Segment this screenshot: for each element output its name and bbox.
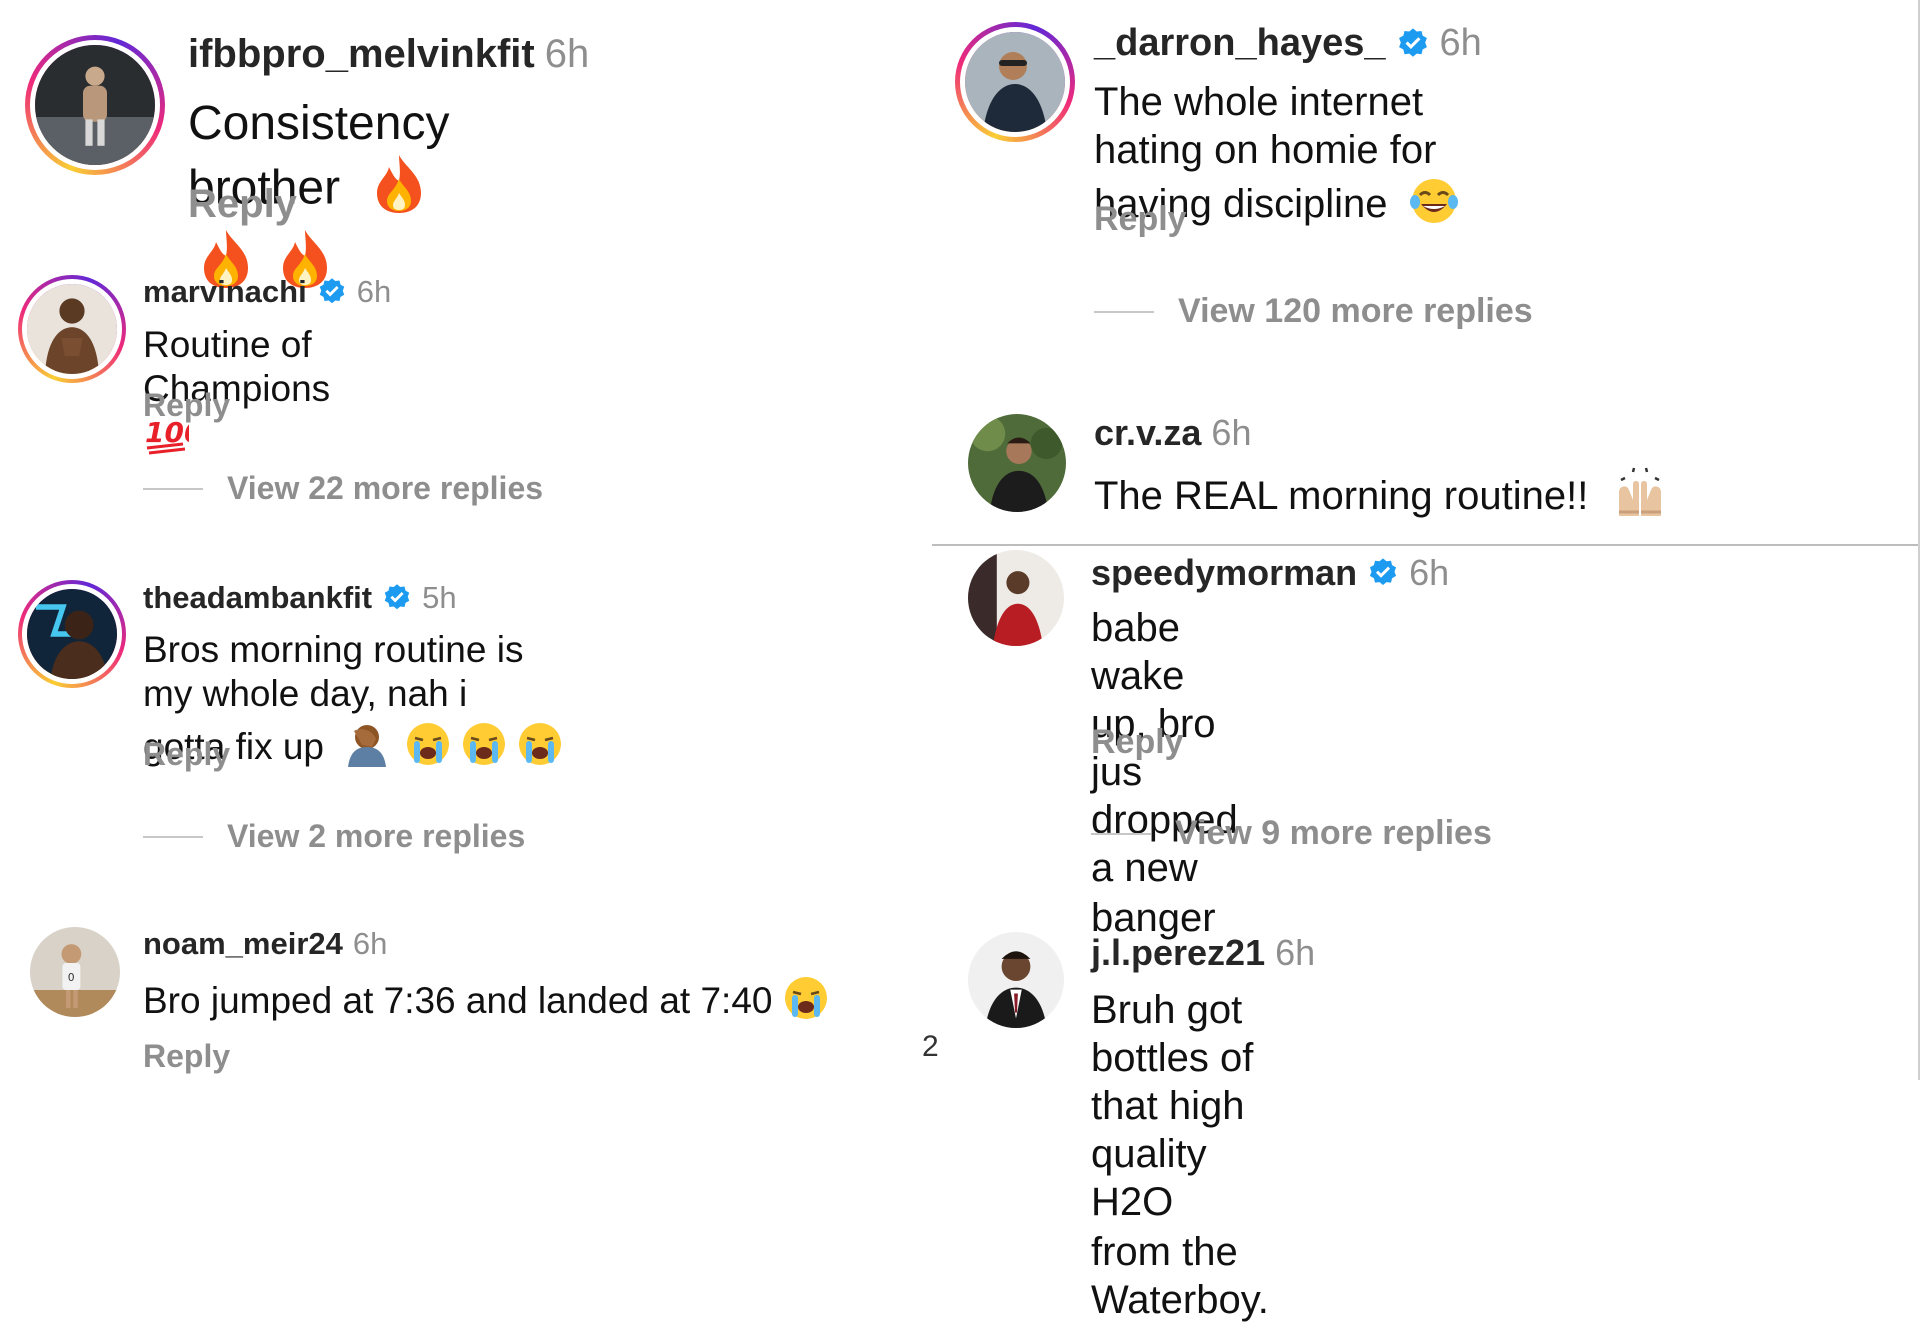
divider-line xyxy=(143,835,203,838)
username[interactable]: j.l.perez21 xyxy=(1091,932,1265,974)
comment-text: The REAL morning routine!! xyxy=(1094,474,1589,519)
divider-line xyxy=(143,487,203,490)
verified-badge-icon xyxy=(382,583,412,613)
fire-emoji-icon xyxy=(371,153,427,229)
timestamp: 6h xyxy=(1439,22,1482,64)
view-more-label: View 2 more replies xyxy=(227,818,526,854)
reply-button[interactable]: Reply xyxy=(188,182,297,227)
view-more-replies-button[interactable]: View 2 more replies xyxy=(143,818,525,855)
avatar[interactable] xyxy=(18,580,126,688)
loudly-crying-emoji-icon xyxy=(461,721,507,777)
timestamp: 6h xyxy=(1211,412,1252,453)
timestamp: 6h xyxy=(352,926,388,961)
view-more-label: View 120 more replies xyxy=(1178,292,1533,330)
username[interactable]: noam_meir24 xyxy=(143,926,343,962)
avatar[interactable] xyxy=(955,22,1075,142)
timestamp: 6h xyxy=(1409,552,1450,593)
reply-button[interactable]: Reply xyxy=(1094,200,1187,239)
timestamp: 6h xyxy=(356,274,392,309)
facepalm-emoji-icon xyxy=(342,721,392,777)
view-more-label: View 22 more replies xyxy=(227,470,544,506)
view-more-label: View 9 more replies xyxy=(1175,814,1492,852)
page-number: 2 xyxy=(922,1030,939,1063)
username[interactable]: theadambankfit xyxy=(143,580,372,616)
username[interactable]: speedymorman xyxy=(1091,552,1357,594)
view-more-replies-button[interactable]: View 9 more replies xyxy=(1091,814,1492,853)
divider-line xyxy=(1091,832,1151,835)
username[interactable]: cr.v.za xyxy=(1094,412,1201,454)
comment-text: Bro jumped at 7:36 and landed at 7:40 xyxy=(143,979,773,1021)
view-more-replies-button[interactable]: View 120 more replies xyxy=(1094,292,1533,331)
username[interactable]: marvinachi xyxy=(143,274,307,310)
comment-text-line-1: The whole internet hating on homie for xyxy=(1094,80,1437,172)
reply-button[interactable]: Reply xyxy=(143,736,230,773)
timestamp: 5h xyxy=(422,580,457,615)
loudly-crying-emoji-icon xyxy=(783,975,829,1031)
avatar[interactable] xyxy=(968,932,1064,1028)
divider-line xyxy=(1094,310,1154,313)
loudly-crying-emoji-icon xyxy=(517,721,563,777)
username[interactable]: ifbbpro_melvinkfit xyxy=(188,32,535,77)
comment-text-line-2: from the Waterboy. xyxy=(1091,1230,1269,1322)
verified-badge-icon xyxy=(317,277,347,307)
svg-text:0: 0 xyxy=(68,971,75,984)
reply-button[interactable]: Reply xyxy=(143,387,230,424)
tears-of-joy-emoji-icon xyxy=(1409,176,1459,237)
verified-badge-icon xyxy=(1367,557,1399,589)
comment-text-line-1: Bruh got bottles of that high quality H2… xyxy=(1091,988,1254,1224)
avatar[interactable] xyxy=(25,35,165,175)
reply-button[interactable]: Reply xyxy=(143,1038,230,1075)
avatar[interactable] xyxy=(18,275,126,383)
avatar[interactable] xyxy=(968,414,1066,512)
timestamp: 6h xyxy=(544,32,590,76)
section-divider xyxy=(932,544,1920,546)
avatar[interactable]: 0 xyxy=(30,927,120,1017)
avatar[interactable] xyxy=(968,550,1064,646)
timestamp: 6h xyxy=(1275,932,1316,973)
loudly-crying-emoji-icon xyxy=(405,721,451,777)
username[interactable]: _darron_hayes_ xyxy=(1094,22,1386,65)
raised-hands-emoji-icon xyxy=(1613,466,1667,531)
view-more-replies-button[interactable]: View 22 more replies xyxy=(143,470,543,507)
verified-badge-icon xyxy=(1396,27,1430,61)
comment-text-line-1: Bros morning routine is my whole day, na… xyxy=(143,629,524,715)
reply-button[interactable]: Reply xyxy=(1091,723,1184,762)
